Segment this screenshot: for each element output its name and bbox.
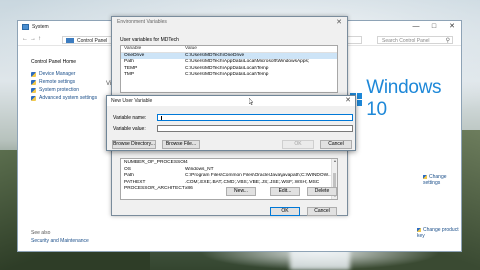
address-text: Control Panel bbox=[77, 38, 108, 44]
search-input[interactable]: Search Control Panel ⚲ bbox=[377, 36, 453, 44]
variable-name-label: Variable name: bbox=[113, 115, 147, 121]
device-manager-link[interactable]: Device Manager bbox=[31, 71, 111, 78]
system-edit-button[interactable]: Edit... bbox=[270, 187, 300, 196]
variable-value-field[interactable] bbox=[157, 125, 353, 132]
new-var-cancel-button[interactable]: Cancel bbox=[320, 140, 352, 149]
shield-icon bbox=[31, 87, 36, 93]
close-icon[interactable]: ✕ bbox=[336, 18, 342, 26]
column-variable[interactable]: Variable bbox=[121, 46, 185, 52]
close-icon[interactable]: ✕ bbox=[345, 96, 351, 104]
system-left-pane: Control Panel Home Device Manager Remote… bbox=[31, 59, 111, 103]
column-value[interactable]: Value bbox=[185, 46, 337, 52]
system-delete-button[interactable]: Delete bbox=[307, 187, 337, 196]
shield-icon bbox=[423, 174, 427, 179]
advanced-system-settings-link[interactable]: Advanced system settings bbox=[31, 95, 111, 102]
system-window-controls: — □ ✕ bbox=[407, 21, 461, 33]
remote-settings-link[interactable]: Remote settings bbox=[31, 79, 111, 86]
search-icon[interactable]: ⚲ bbox=[446, 37, 450, 44]
browse-directory-button[interactable]: Browse Directory... bbox=[112, 140, 156, 149]
minimize-icon[interactable]: — bbox=[407, 21, 425, 33]
text-caret bbox=[161, 116, 162, 120]
advanced-system-settings-label: Advanced system settings bbox=[39, 95, 98, 101]
new-var-titlebar: New User Variable ✕ bbox=[107, 96, 355, 106]
nav-arrows-icon[interactable]: ←→↑ bbox=[22, 36, 43, 42]
new-var-ok-button[interactable]: OK bbox=[282, 140, 314, 149]
security-maintenance-link[interactable]: Security and Maintenance bbox=[31, 238, 89, 244]
change-product-key-link[interactable]: Change product key bbox=[417, 227, 461, 239]
system-protection-link[interactable]: System protection bbox=[31, 87, 111, 94]
search-placeholder: Search Control Panel bbox=[382, 38, 430, 44]
shield-icon bbox=[31, 95, 36, 101]
mouse-cursor-icon bbox=[249, 98, 253, 105]
device-manager-label: Device Manager bbox=[39, 71, 76, 77]
system-app-icon bbox=[22, 24, 29, 30]
scroll-up-icon[interactable]: ▲ bbox=[332, 159, 337, 164]
control-panel-icon bbox=[66, 38, 74, 43]
change-product-key-label: Change product key bbox=[417, 227, 459, 239]
maximize-icon[interactable]: □ bbox=[425, 21, 443, 33]
control-panel-home-link[interactable]: Control Panel Home bbox=[31, 59, 111, 65]
env-cancel-button[interactable]: Cancel bbox=[307, 207, 337, 216]
user-variables-table: Variable Value OneDrive C:\Users\MDTech\… bbox=[120, 45, 338, 93]
close-icon[interactable]: ✕ bbox=[443, 21, 461, 33]
change-settings-link[interactable]: Change settings bbox=[423, 174, 461, 186]
see-also-label: See also bbox=[31, 230, 51, 236]
shield-icon bbox=[31, 71, 36, 77]
variable-name-field[interactable] bbox=[157, 114, 353, 121]
env-dialog-title: Environment Variables bbox=[117, 19, 167, 25]
new-user-variable-dialog: New User Variable ✕ Variable name: Varia… bbox=[106, 95, 356, 151]
env-ok-button[interactable]: OK bbox=[270, 207, 300, 216]
var-value: C:\Users\MDTech\AppData\Local\Temp bbox=[185, 72, 269, 77]
browse-file-button[interactable]: Browse File... bbox=[162, 140, 200, 149]
variable-value-label: Variable value: bbox=[113, 126, 146, 132]
shield-icon bbox=[417, 227, 421, 232]
user-variables-label: User variables for MDTech bbox=[120, 37, 179, 43]
system-new-button[interactable]: New... bbox=[226, 187, 256, 196]
var-name: PROCESSOR_ARCHITECTURE bbox=[124, 186, 185, 191]
new-var-title: New User Variable bbox=[111, 98, 153, 104]
remote-settings-label: Remote settings bbox=[39, 79, 76, 85]
system-title: System bbox=[32, 24, 49, 30]
shield-icon bbox=[31, 79, 36, 85]
windows-logo: Windows 10 bbox=[350, 77, 461, 121]
var-name: TMP bbox=[124, 72, 135, 77]
windows-logo-text: Windows 10 bbox=[366, 77, 442, 120]
scroll-thumb[interactable] bbox=[333, 173, 336, 187]
table-row[interactable]: TMP C:\Users\MDTech\AppData\Local\Temp bbox=[121, 72, 337, 79]
system-protection-label: System protection bbox=[39, 87, 80, 93]
